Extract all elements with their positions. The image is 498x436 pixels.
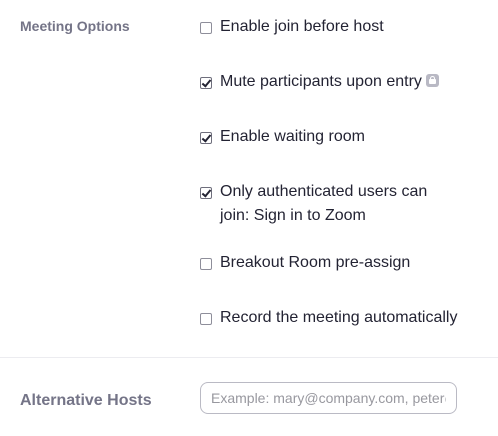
option-label: Breakout Room pre-assign (220, 254, 411, 271)
option-breakout-room-preassign[interactable]: Breakout Room pre-assign (200, 254, 470, 275)
checkbox[interactable] (200, 187, 212, 199)
checkbox[interactable] (200, 22, 212, 34)
option-label: Mute participants upon entry (220, 73, 422, 90)
option-label: Only authenticated users can join: Sign … (220, 183, 428, 224)
option-label: Record the meeting automatically (220, 309, 458, 326)
option-label: Enable join before host (220, 18, 384, 35)
alternative-hosts-label: Alternative Hosts (20, 392, 152, 409)
option-authenticated-users[interactable]: Only authenticated users can join: Sign … (200, 183, 430, 228)
option-record-automatically[interactable]: Record the meeting automatically (200, 309, 470, 330)
option-label: Enable waiting room (220, 128, 365, 145)
option-enable-join-before-host[interactable]: Enable join before host (200, 18, 470, 39)
checkbox[interactable] (200, 132, 212, 144)
lock-icon (425, 74, 439, 88)
alternative-hosts-input[interactable] (200, 382, 457, 414)
checkbox[interactable] (200, 313, 212, 325)
checkbox[interactable] (200, 77, 212, 89)
option-enable-waiting-room[interactable]: Enable waiting room (200, 128, 470, 149)
meeting-options-label: Meeting Options (20, 18, 130, 34)
section-divider (0, 357, 498, 358)
checkbox[interactable] (200, 258, 212, 270)
option-label-wrapper: Mute participants upon entry (220, 70, 439, 94)
option-mute-participants[interactable]: Mute participants upon entry (200, 73, 470, 94)
